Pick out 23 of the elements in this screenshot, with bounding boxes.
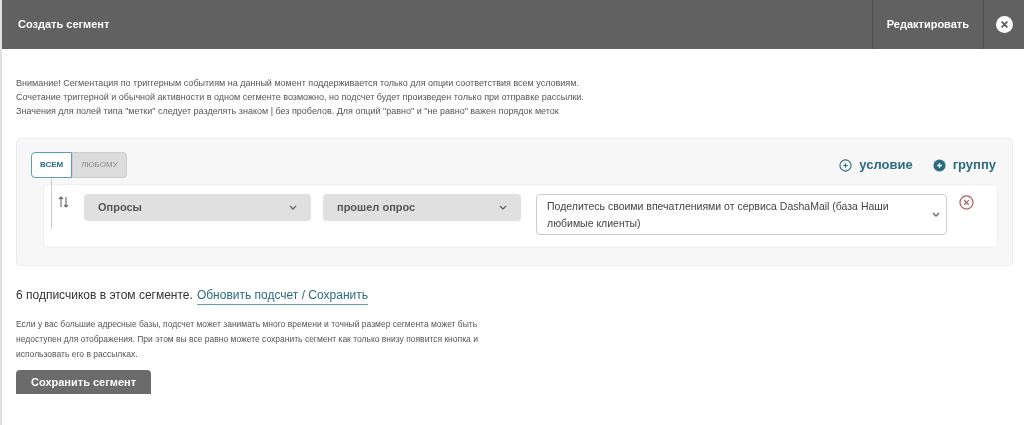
close-circle-icon: [959, 195, 974, 210]
plus-circle-icon: [932, 158, 946, 172]
subscriber-count: 6 подписчиков в этом сегменте.: [16, 287, 193, 304]
match-mode-tab[interactable]: ВСЕМ: [31, 152, 73, 178]
field-select[interactable]: Опросы: [84, 194, 311, 221]
chevron-down-icon: [499, 205, 507, 210]
add-link[interactable]: группу: [932, 155, 996, 175]
sort-arrows-icon[interactable]: [58, 196, 69, 208]
notice-text: Внимание! Сегментация по триггерным событиям на данный момент поддерживается только для опции соответствия всем условиям. Сочетание триггерной и обычной активности в одном сегменте возможно, но подсчет будет произведен только при отправке рассылки.: [16, 77, 585, 104]
window-title: Создать сегмент: [18, 17, 111, 33]
close-icon: [995, 16, 1013, 33]
edit-button[interactable]: Редактировать: [871, 0, 984, 49]
chevron-down-icon: [289, 205, 297, 210]
operator-select[interactable]: прошел опрос: [323, 194, 521, 221]
remove-condition-button[interactable]: [959, 195, 974, 210]
save-segment-button[interactable]: Сохранить сегмент: [16, 370, 152, 394]
chevron-down-icon: [932, 212, 940, 217]
notice-text: Значения для полей типа "метки" следует разделять знаком | без пробелов. Для опций "равно" и "не равно" важен порядок меток: [16, 105, 560, 118]
add-link[interactable]: условие: [839, 155, 913, 175]
value-select[interactable]: Поделитесь своими впечатлениями от сервиса DashaMail (база Наши любимые клиенты): [536, 194, 947, 235]
hint-text: Если у вас большие адресные базы, подсчет может занимать много времени и точный размер сегмента может быть недоступен для отображения. При этом вы все равно можете сохранить сегмент как только внизу появится кнопка и использовать его в рассылках.: [16, 318, 479, 361]
refresh-link[interactable]: Обновить подсчет / Сохранить: [196, 286, 368, 305]
plus-circle-icon: [839, 158, 853, 172]
